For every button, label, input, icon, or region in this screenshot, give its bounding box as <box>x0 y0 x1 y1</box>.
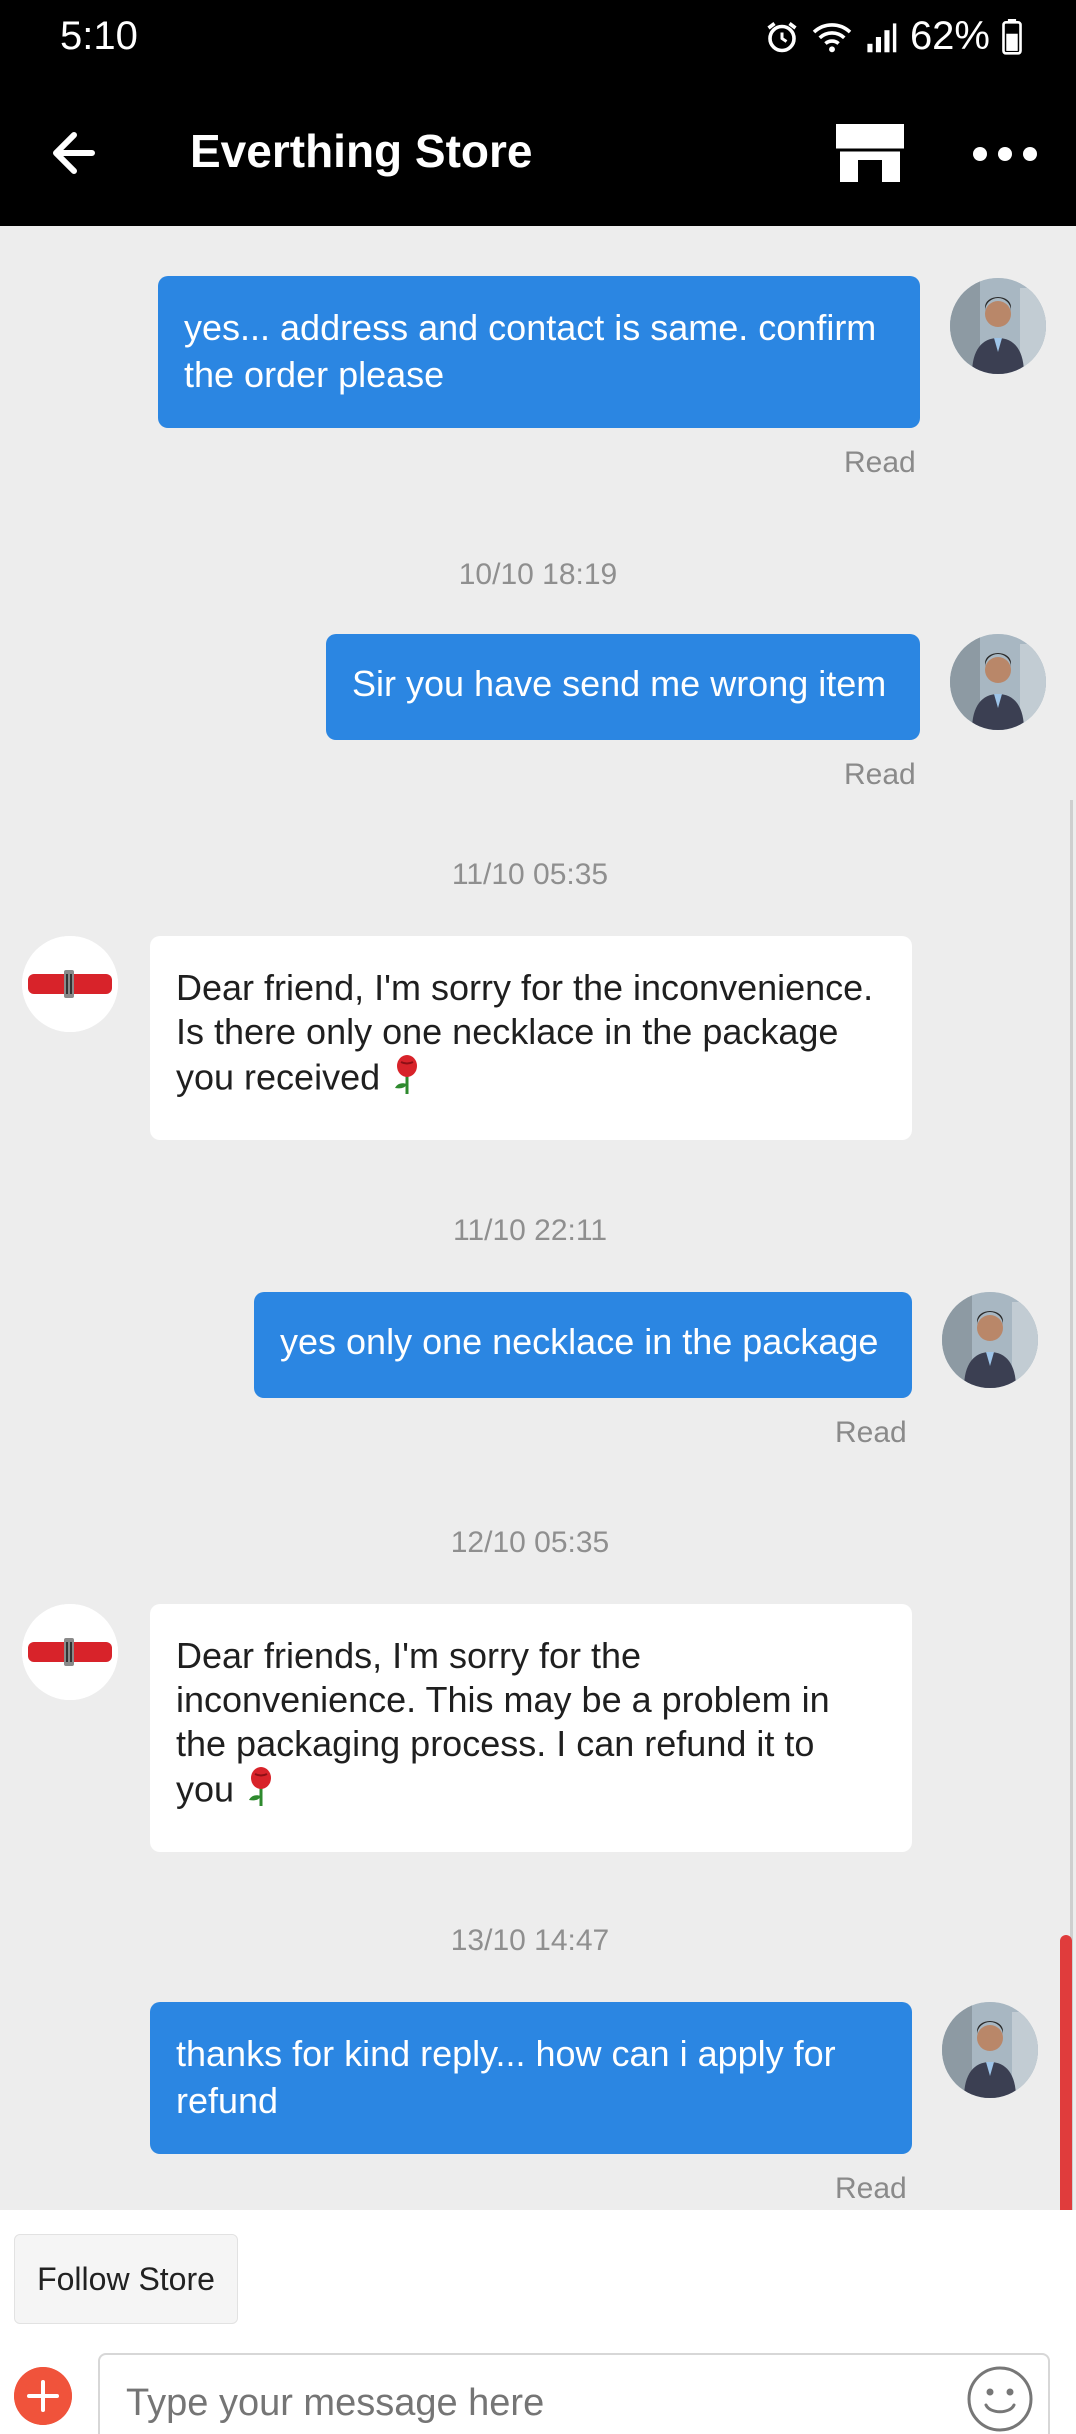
more-options-icon[interactable] <box>970 134 1040 174</box>
battery-icon <box>1002 18 1022 55</box>
message-timestamp: 11/10 05:35 <box>451 858 609 891</box>
status-time: 5:10 <box>60 14 138 58</box>
follow-store-button[interactable]: Follow Store <box>14 2234 238 2324</box>
incoming-message[interactable]: Dear friend, I'm sorry for the inconveni… <box>150 936 912 1140</box>
user-avatar[interactable] <box>950 278 1046 374</box>
read-status: Read <box>844 758 916 791</box>
outgoing-message[interactable]: yes only one necklace in the package <box>254 1292 912 1398</box>
store-avatar[interactable] <box>22 1604 118 1700</box>
outgoing-message[interactable]: thanks for kind reply... how can i apply… <box>150 2002 912 2154</box>
store-avatar-icon <box>22 1604 118 1700</box>
message-input[interactable] <box>98 2353 1050 2434</box>
store-icon[interactable] <box>832 118 908 188</box>
store-title: Everthing Store <box>190 125 533 177</box>
read-status: Read <box>844 446 916 479</box>
read-status: Read <box>835 2172 907 2205</box>
status-icons: 62% <box>764 14 1022 59</box>
scrollbar-thumb[interactable] <box>1060 1935 1072 2245</box>
back-arrow-icon[interactable] <box>40 118 110 188</box>
add-icon[interactable] <box>14 2367 72 2425</box>
wifi-icon <box>812 22 852 52</box>
emoji-icon[interactable] <box>966 2365 1034 2433</box>
user-avatar[interactable] <box>942 1292 1038 1388</box>
store-avatar-icon <box>22 936 118 1032</box>
user-avatar-icon <box>942 1292 1038 1388</box>
user-avatar-icon <box>942 2002 1038 2098</box>
read-status: Read <box>835 1416 907 1449</box>
rose-icon <box>390 1054 424 1106</box>
message-timestamp: 10/10 18:19 <box>458 558 618 591</box>
incoming-message[interactable]: Dear friends, I'm sorry for the inconven… <box>150 1604 912 1852</box>
store-avatar[interactable] <box>22 936 118 1032</box>
user-avatar-icon <box>950 278 1046 374</box>
message-timestamp: 11/10 22:11 <box>452 1214 608 1247</box>
user-avatar[interactable] <box>950 634 1046 730</box>
chat-messages[interactable]: yes... address and contact is same. conf… <box>0 226 1076 2210</box>
user-avatar-icon <box>950 634 1046 730</box>
composer-area: Follow Store <box>0 2210 1076 2434</box>
status-bar: 5:10 62% <box>0 0 1076 78</box>
message-timestamp: 12/10 05:35 <box>450 1526 610 1559</box>
alarm-icon <box>767 21 797 52</box>
rose-icon <box>244 1766 278 1818</box>
signal-icon <box>867 22 897 52</box>
outgoing-message[interactable]: yes... address and contact is same. conf… <box>158 276 920 428</box>
chat-header: Everthing Store <box>0 78 1076 226</box>
outgoing-message[interactable]: Sir you have send me wrong item <box>326 634 920 740</box>
battery-percent: 62% <box>909 14 990 58</box>
message-timestamp: 13/10 14:47 <box>450 1924 610 1957</box>
user-avatar[interactable] <box>942 2002 1038 2098</box>
